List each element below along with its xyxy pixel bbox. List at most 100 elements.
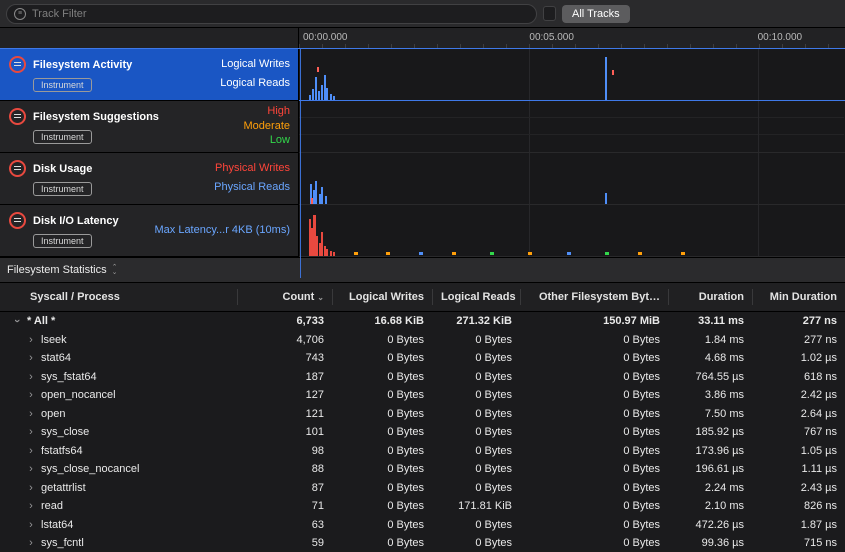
timeline-ruler[interactable]: 00:00.000 00:05.000 00:10.000 (299, 28, 845, 48)
cell-count: 71 (237, 500, 332, 512)
ruler-tick: 00:00.000 (303, 32, 348, 43)
disclosure-collapsed-icon[interactable]: › (27, 463, 35, 475)
track-header-disk-i-o-latency[interactable]: Disk I/O LatencyInstrumentMax Latency...… (0, 205, 299, 257)
cell-count: 187 (237, 371, 332, 383)
column-header-syscall-process[interactable]: Syscall / Process (0, 289, 237, 305)
detail-panel-title: Filesystem Statistics (7, 264, 107, 276)
cell-logical-writes: 16.68 KiB (332, 315, 432, 327)
graph-spike (324, 246, 326, 256)
track-graph-filesystem-suggestions[interactable] (299, 101, 845, 153)
lane-label: Physical Reads (214, 181, 290, 193)
column-header-min-duration[interactable]: Min Duration (752, 289, 845, 305)
cell-min-duration: 277 ns (752, 315, 845, 327)
disclosure-collapsed-icon[interactable]: › (27, 352, 35, 364)
cell-logical-reads: 0 Bytes (432, 352, 520, 364)
graph-spike (605, 193, 607, 204)
cell-logical-writes: 0 Bytes (332, 408, 432, 420)
filter-options-button[interactable] (543, 6, 556, 21)
cell-count: 4,706 (237, 334, 332, 346)
cell-logical-reads: 0 Bytes (432, 426, 520, 438)
lane-label: Logical Writes (221, 58, 290, 70)
cell-duration: 472.26 µs (668, 519, 752, 531)
disclosure-collapsed-icon[interactable]: › (27, 334, 35, 346)
track-header-filesystem-activity[interactable]: Filesystem ActivityInstrumentLogical Wri… (0, 49, 299, 101)
track-graph-disk-i-o-latency[interactable] (299, 205, 845, 257)
table-row-open[interactable]: ›open1210 Bytes0 Bytes0 Bytes7.50 ms2.64… (0, 405, 845, 424)
cell-duration: 7.50 ms (668, 408, 752, 420)
table-row-sys-close[interactable]: ›sys_close1010 Bytes0 Bytes0 Bytes185.92… (0, 423, 845, 442)
filesystem-suggestions-instrument-icon (9, 108, 26, 125)
cell-logical-reads: 0 Bytes (432, 537, 520, 549)
disclosure-collapsed-icon[interactable]: › (27, 389, 35, 401)
ruler-left-spacer (0, 28, 299, 48)
disclosure-collapsed-icon[interactable]: › (27, 445, 35, 457)
table-row-sys-fcntl[interactable]: ›sys_fcntl590 Bytes0 Bytes0 Bytes99.36 µ… (0, 534, 845, 552)
table-row-fstatfs64[interactable]: ›fstatfs64980 Bytes0 Bytes0 Bytes173.96 … (0, 442, 845, 461)
disclosure-expanded-icon[interactable]: › (11, 317, 23, 325)
lane-label: Moderate (244, 120, 290, 132)
graph-spike (321, 187, 323, 204)
track-filter-field[interactable]: ≡ (6, 4, 537, 24)
disclosure-collapsed-icon[interactable]: › (27, 371, 35, 383)
graph-spike (311, 198, 313, 204)
graph-spike (299, 117, 844, 118)
track-graph-disk-usage[interactable] (299, 153, 845, 205)
disclosure-collapsed-icon[interactable]: › (27, 426, 35, 438)
cell-logical-writes: 0 Bytes (332, 463, 432, 475)
cell-min-duration: 1.11 µs (752, 463, 845, 475)
column-header-count[interactable]: Count⌄ (237, 289, 332, 305)
table-row-read[interactable]: ›read710 Bytes171.81 KiB0 Bytes2.10 ms82… (0, 497, 845, 516)
all-tracks-button[interactable]: All Tracks (562, 5, 630, 23)
table-row-lseek[interactable]: ›lseek4,7060 Bytes0 Bytes0 Bytes1.84 ms2… (0, 331, 845, 350)
cell-logical-writes: 0 Bytes (332, 426, 432, 438)
track-graph-filesystem-activity[interactable] (299, 49, 845, 101)
cell-duration: 173.96 µs (668, 445, 752, 457)
graph-spike (354, 252, 358, 255)
track-header-filesystem-suggestions[interactable]: Filesystem SuggestionsInstrumentHighMode… (0, 101, 299, 153)
disclosure-collapsed-icon[interactable]: › (27, 519, 35, 531)
column-header-logical-writes[interactable]: Logical Writes (332, 289, 432, 305)
table-row-lstat64[interactable]: ›lstat64630 Bytes0 Bytes0 Bytes472.26 µs… (0, 516, 845, 535)
disclosure-collapsed-icon[interactable]: › (27, 537, 35, 549)
column-header-duration[interactable]: Duration (668, 289, 752, 305)
table-row-getattrlist[interactable]: ›getattrlist870 Bytes0 Bytes0 Bytes2.24 … (0, 479, 845, 498)
detail-jump-bar[interactable]: Filesystem Statistics ⌃⌄ (0, 257, 845, 283)
lane-label: Logical Reads (220, 77, 290, 89)
cell-min-duration: 1.02 µs (752, 352, 845, 364)
instrument-badge: Instrument (33, 234, 92, 248)
disclosure-collapsed-icon[interactable]: › (27, 500, 35, 512)
column-header-logical-reads[interactable]: Logical Reads (432, 289, 520, 305)
graph-spike (318, 91, 320, 100)
cell-min-duration: 2.43 µs (752, 482, 845, 494)
table-row-stat64[interactable]: ›stat647430 Bytes0 Bytes0 Bytes4.68 ms1.… (0, 349, 845, 368)
cell-logical-reads: 0 Bytes (432, 334, 520, 346)
track-filter-input[interactable] (32, 8, 529, 20)
column-header-other-filesystem-byt[interactable]: Other Filesystem Byt… (520, 289, 668, 305)
table-row-open-nocancel[interactable]: ›open_nocancel1270 Bytes0 Bytes0 Bytes3.… (0, 386, 845, 405)
stats-table-header: Syscall / ProcessCount⌄Logical WritesLog… (0, 283, 845, 312)
playhead-line (300, 49, 301, 278)
graph-spike (330, 94, 332, 100)
track-row-filesystem-suggestions[interactable]: Filesystem SuggestionsInstrumentHighMode… (0, 101, 845, 153)
track-lane-labels: HighModerateLow (244, 103, 290, 148)
ruler-tick: 00:10.000 (758, 32, 803, 43)
disclosure-collapsed-icon[interactable]: › (27, 408, 35, 420)
disclosure-collapsed-icon[interactable]: › (27, 482, 35, 494)
track-row-filesystem-activity[interactable]: Filesystem ActivityInstrumentLogical Wri… (0, 49, 845, 101)
cell-other-filesystem-byt: 0 Bytes (520, 463, 668, 475)
cell-min-duration: 2.42 µs (752, 389, 845, 401)
cell-logical-writes: 0 Bytes (332, 537, 432, 549)
track-row-disk-i-o-latency[interactable]: Disk I/O LatencyInstrumentMax Latency...… (0, 205, 845, 257)
track-header-disk-usage[interactable]: Disk UsageInstrumentPhysical WritesPhysi… (0, 153, 299, 205)
table-row-sys-close-nocancel[interactable]: ›sys_close_nocancel880 Bytes0 Bytes0 Byt… (0, 460, 845, 479)
cell-min-duration: 2.64 µs (752, 408, 845, 420)
graph-spike (333, 96, 335, 100)
table-row-all[interactable]: ›* All *6,73316.68 KiB271.32 KiB150.97 M… (0, 312, 845, 331)
table-row-sys-fstat64[interactable]: ›sys_fstat641870 Bytes0 Bytes0 Bytes764.… (0, 368, 845, 387)
graph-spike (315, 77, 317, 100)
track-row-disk-usage[interactable]: Disk UsageInstrumentPhysical WritesPhysi… (0, 153, 845, 205)
cell-other-filesystem-byt: 0 Bytes (520, 445, 668, 457)
track-title: Disk Usage (33, 163, 92, 175)
cell-duration: 764.55 µs (668, 371, 752, 383)
cell-duration: 3.86 ms (668, 389, 752, 401)
